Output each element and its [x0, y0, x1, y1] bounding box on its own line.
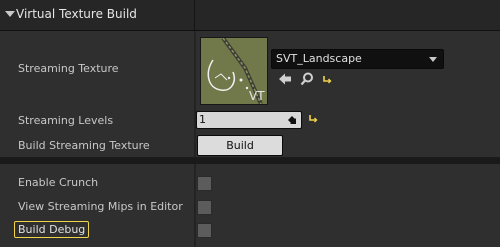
streaming-texture-label: Streaming Texture — [18, 62, 119, 75]
view-streaming-mips-label: View Streaming Mips in Editor — [18, 200, 183, 213]
reset-to-default-icon[interactable] — [308, 114, 318, 124]
drag-handle-icon[interactable] — [287, 115, 297, 125]
chevron-down-icon[interactable] — [5, 11, 15, 17]
reset-to-default-icon[interactable] — [322, 75, 332, 85]
view-streaming-mips-checkbox[interactable] — [197, 200, 212, 215]
build-debug-label: Build Debug — [14, 221, 90, 238]
build-streaming-texture-label: Build Streaming Texture — [18, 139, 150, 152]
option-row: Build Debug — [0, 214, 500, 242]
chevron-down-icon — [429, 57, 437, 62]
streaming-levels-value: 1 — [199, 113, 206, 126]
build-button[interactable]: Build — [197, 135, 283, 156]
thumbnail-vt-badge: VT — [249, 89, 265, 103]
streaming-levels-label: Streaming Levels — [18, 114, 114, 127]
arrow-left-icon[interactable] — [278, 72, 292, 86]
category-header[interactable]: Virtual Texture Build — [0, 0, 500, 31]
texture-thumbnail-image: VT — [201, 38, 267, 104]
option-row: Enable Crunch — [0, 166, 500, 192]
build-debug-checkbox[interactable] — [197, 223, 212, 238]
streaming-levels-input[interactable]: 1 — [196, 111, 302, 129]
column-splitter[interactable] — [194, 31, 196, 157]
enable-crunch-label: Enable Crunch — [18, 176, 99, 189]
selected-asset-name: SVT_Landscape — [276, 52, 362, 65]
search-icon[interactable] — [300, 72, 314, 86]
enable-crunch-checkbox[interactable] — [197, 176, 212, 191]
column-divider — [194, 0, 195, 30]
asset-picker-dropdown[interactable]: SVT_Landscape — [271, 49, 444, 69]
category-title: Virtual Texture Build — [16, 7, 137, 21]
option-row: View Streaming Mips in Editor — [0, 190, 500, 216]
texture-thumbnail[interactable]: VT — [200, 37, 268, 105]
